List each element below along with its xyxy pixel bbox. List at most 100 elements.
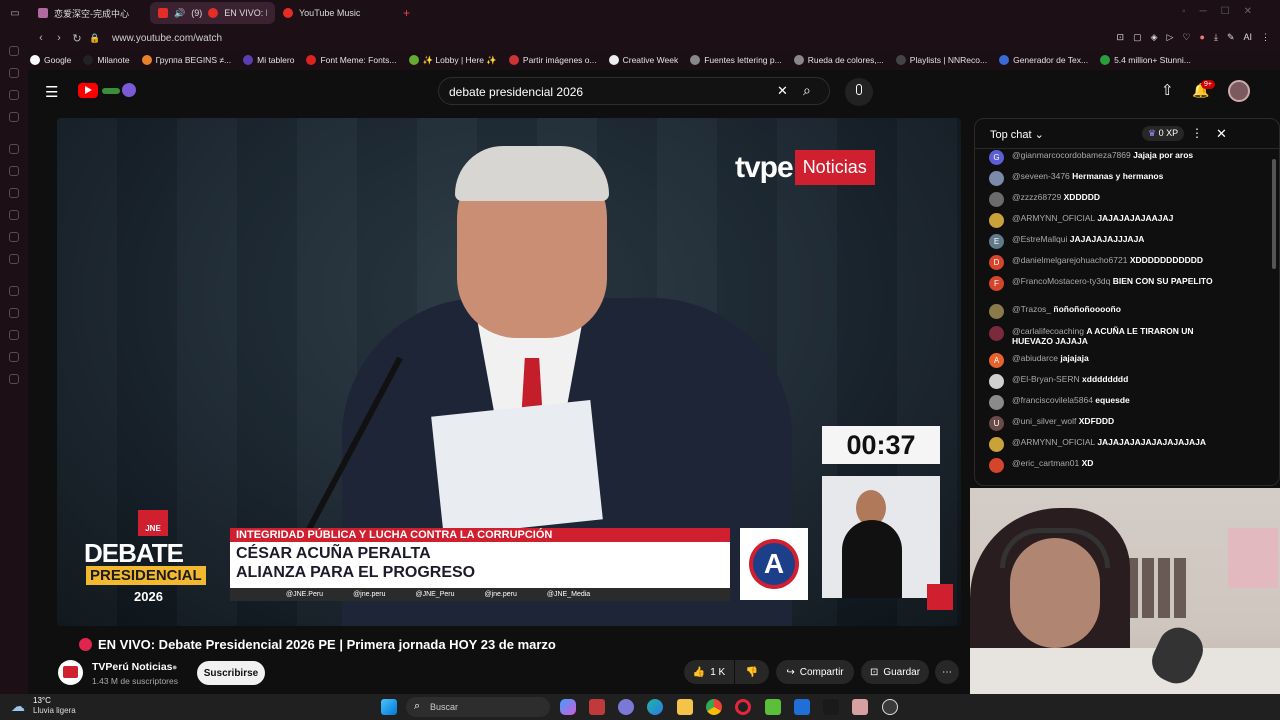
chat-avatar[interactable] <box>989 171 1004 186</box>
bookmark-item[interactable]: Группа BEGINS ≠... <box>141 55 231 65</box>
bookmark-item[interactable]: Fuentes lettering p... <box>690 55 782 65</box>
voice-search-button[interactable] <box>845 78 873 106</box>
chat-avatar[interactable]: A <box>989 353 1004 368</box>
subscribe-button[interactable]: Suscribirse <box>197 661 265 685</box>
youtube-logo[interactable] <box>78 83 98 98</box>
chat-author[interactable]: @abiudarce <box>1012 353 1058 363</box>
play-icon[interactable]: ▷ <box>1167 32 1174 43</box>
sidebar-app-icon[interactable] <box>9 210 19 220</box>
bookmark-item[interactable]: Rueda de colores,... <box>793 55 884 65</box>
video-player[interactable]: tvpe Noticias 00:37 INTEGRIDAD PÚBLICA Y… <box>57 118 961 626</box>
app-icon[interactable] <box>852 699 868 715</box>
menu-icon[interactable]: ☰ <box>45 83 58 101</box>
chat-message[interactable]: @ARMYNN_OFICIAL JAJAJAJAJAJAJAJAJAJA <box>989 437 1229 452</box>
share-button[interactable]: ↪ Compartir <box>776 660 854 684</box>
chat-author[interactable]: @Trazos_ <box>1012 304 1051 314</box>
sidebar-app-icon[interactable] <box>9 254 19 264</box>
new-tab-button[interactable]: + <box>403 6 410 20</box>
chat-author[interactable]: @FrancoMostacero-ty3dq <box>1012 276 1110 286</box>
chat-more-icon[interactable]: ⋮ <box>1191 126 1203 140</box>
chat-message[interactable]: @ARMYNN_OFICIAL JAJAJAJAJAAJAJ <box>989 213 1229 228</box>
weather-icon[interactable]: ☁ <box>11 698 25 715</box>
sidebar-app-icon[interactable] <box>9 352 19 362</box>
search-icon[interactable]: ⌕ <box>803 82 811 99</box>
chat-message[interactable]: @carlalifecoaching A ACUÑA LE TIRARON UN… <box>989 326 1229 346</box>
tab-actions-icon[interactable]: ▭ <box>0 8 30 19</box>
chat-avatar[interactable]: U <box>989 416 1004 431</box>
screenshot-icon[interactable]: ▢ <box>1133 32 1142 43</box>
chat-avatar[interactable] <box>989 395 1004 410</box>
sidebar-app-icon[interactable] <box>9 46 19 56</box>
chat-avatar[interactable] <box>989 304 1004 319</box>
sidebar-app-icon[interactable] <box>9 112 19 122</box>
app-icon[interactable] <box>589 699 605 715</box>
chat-author[interactable]: @zzzz68729 <box>1012 192 1061 202</box>
avatar[interactable] <box>1228 80 1250 102</box>
chat-message[interactable]: @eric_cartman01 XD <box>989 458 1229 473</box>
chat-author[interactable]: @eric_cartman01 <box>1012 458 1079 468</box>
sidebar-app-icon[interactable] <box>9 166 19 176</box>
bookmark-item[interactable]: Generador de Tex... <box>999 55 1088 65</box>
bookmark-item[interactable]: Google <box>30 55 71 65</box>
sidebar-app-icon[interactable] <box>9 374 19 384</box>
obs-icon[interactable] <box>882 699 898 715</box>
chat-message[interactable]: F @FrancoMostacero-ty3dq BIEN CON SU PAPE… <box>989 276 1229 291</box>
back-icon[interactable]: ‹ <box>32 32 50 44</box>
chat-message[interactable]: D @danielmelgarejohuacho6721 XDDDDDDDDDDD <box>989 255 1229 270</box>
more-actions-button[interactable]: ⋯ <box>935 660 959 684</box>
save-button[interactable]: ⊡ Guardar <box>861 660 929 684</box>
top-chat-dropdown[interactable]: Top chat ⌄ <box>990 128 1044 141</box>
weather-temp[interactable]: 13°C <box>33 696 51 705</box>
bookmark-item[interactable]: Creative Week <box>608 55 678 65</box>
chat-scrollbar[interactable] <box>1272 159 1276 269</box>
chat-author[interactable]: @ARMYNN_OFICIAL <box>1012 213 1095 223</box>
bookmark-item[interactable]: ✨ Lobby | Here ✨ <box>408 55 497 66</box>
chrome-icon[interactable] <box>706 699 722 715</box>
taskbar-search[interactable]: ⌕ Buscar <box>406 697 550 717</box>
copilot-icon[interactable] <box>560 699 576 715</box>
chat-avatar[interactable]: G <box>989 150 1004 165</box>
chat-author[interactable]: @El-Bryan-SERN <box>1012 374 1080 384</box>
close-chat-icon[interactable]: ✕ <box>1216 126 1227 142</box>
app-icon[interactable] <box>794 699 810 715</box>
chat-message[interactable]: @zzzz68729 XDDDDD <box>989 192 1229 207</box>
extensions-icon[interactable]: ✎ <box>1227 32 1235 43</box>
tab-active[interactable]: 🔊 (9) EN VIVO: Debat <box>150 2 275 24</box>
bookmark-item[interactable]: Partir imágenes o... <box>508 55 597 65</box>
chat-author[interactable]: @gianmarcocordobameza7869 <box>1012 150 1131 160</box>
download-icon[interactable]: ⤓ <box>1214 32 1218 43</box>
sidebar-app-icon[interactable] <box>9 286 19 296</box>
search-input[interactable]: debate presidencial 2026 <box>449 85 583 99</box>
sidebar-app-icon[interactable] <box>9 68 19 78</box>
bookmark-item[interactable]: Playlists | NNReco... <box>895 55 987 65</box>
chat-avatar[interactable]: D <box>989 255 1004 270</box>
sidebar-app-icon[interactable] <box>9 232 19 242</box>
clear-search-icon[interactable]: ✕ <box>777 83 788 99</box>
forward-icon[interactable]: › <box>50 32 68 44</box>
sidebar-app-icon[interactable] <box>9 330 19 340</box>
shield-icon[interactable]: ◈ <box>1151 32 1158 43</box>
sidebar-app-icon[interactable] <box>9 188 19 198</box>
chat-message[interactable]: G @gianmarcocordobameza7869 Jajaja por ar… <box>989 150 1229 165</box>
bookmark-item[interactable]: Mi tablero <box>243 55 294 65</box>
chat-message[interactable]: @El-Bryan-SERN xdddddddd <box>989 374 1229 389</box>
chat-author[interactable]: @franciscovilela5864 <box>1012 395 1093 405</box>
bookmark-item[interactable]: Font Meme: Fonts... <box>306 55 397 65</box>
sidebar-app-icon[interactable] <box>9 144 19 154</box>
chat-message[interactable]: @seveen-3476 Hermanas y hermanos <box>989 171 1229 186</box>
like-button[interactable]: 👍 1 K <box>684 660 734 684</box>
chat-avatar[interactable] <box>989 437 1004 452</box>
windows-start-icon[interactable] <box>381 699 397 715</box>
bookmark-item[interactable]: Milanote <box>83 55 130 65</box>
bookmark-icon[interactable]: ⊡ <box>1117 32 1125 43</box>
profile-icon[interactable]: ● <box>1200 32 1205 43</box>
chat-author[interactable]: @ARMYNN_OFICIAL <box>1012 437 1095 447</box>
chat-avatar[interactable]: F <box>989 276 1004 291</box>
chat-avatar[interactable] <box>989 326 1004 341</box>
url-field[interactable]: www.youtube.com/watch <box>112 33 222 44</box>
chat-author[interactable]: @danielmelgarejohuacho6721 <box>1012 255 1127 265</box>
channel-name[interactable]: TVPerú Noticias <box>92 661 173 673</box>
chat-message[interactable]: A @abiudarce jajajaja <box>989 353 1229 368</box>
chat-author[interactable]: @carlalifecoaching <box>1012 326 1084 336</box>
weather-desc[interactable]: Lluvia ligera <box>33 706 76 715</box>
